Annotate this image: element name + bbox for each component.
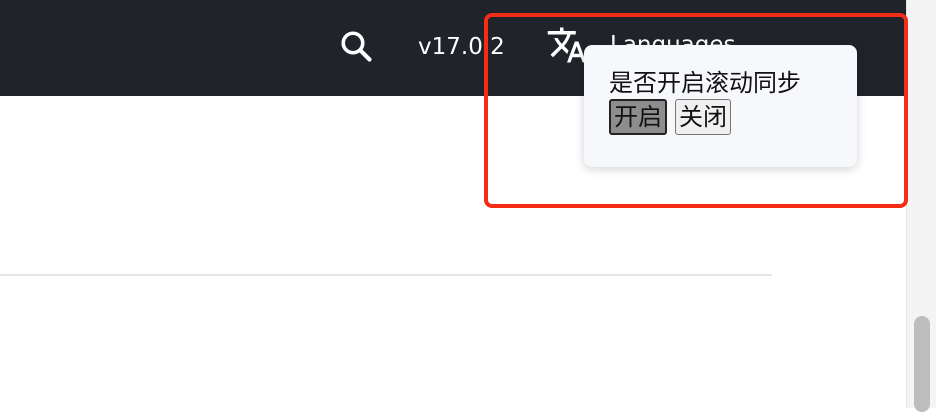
highlight-annotation-box (484, 13, 908, 208)
content-divider (0, 274, 772, 276)
search-icon[interactable] (338, 28, 374, 64)
scrollbar-thumb[interactable] (914, 316, 930, 412)
